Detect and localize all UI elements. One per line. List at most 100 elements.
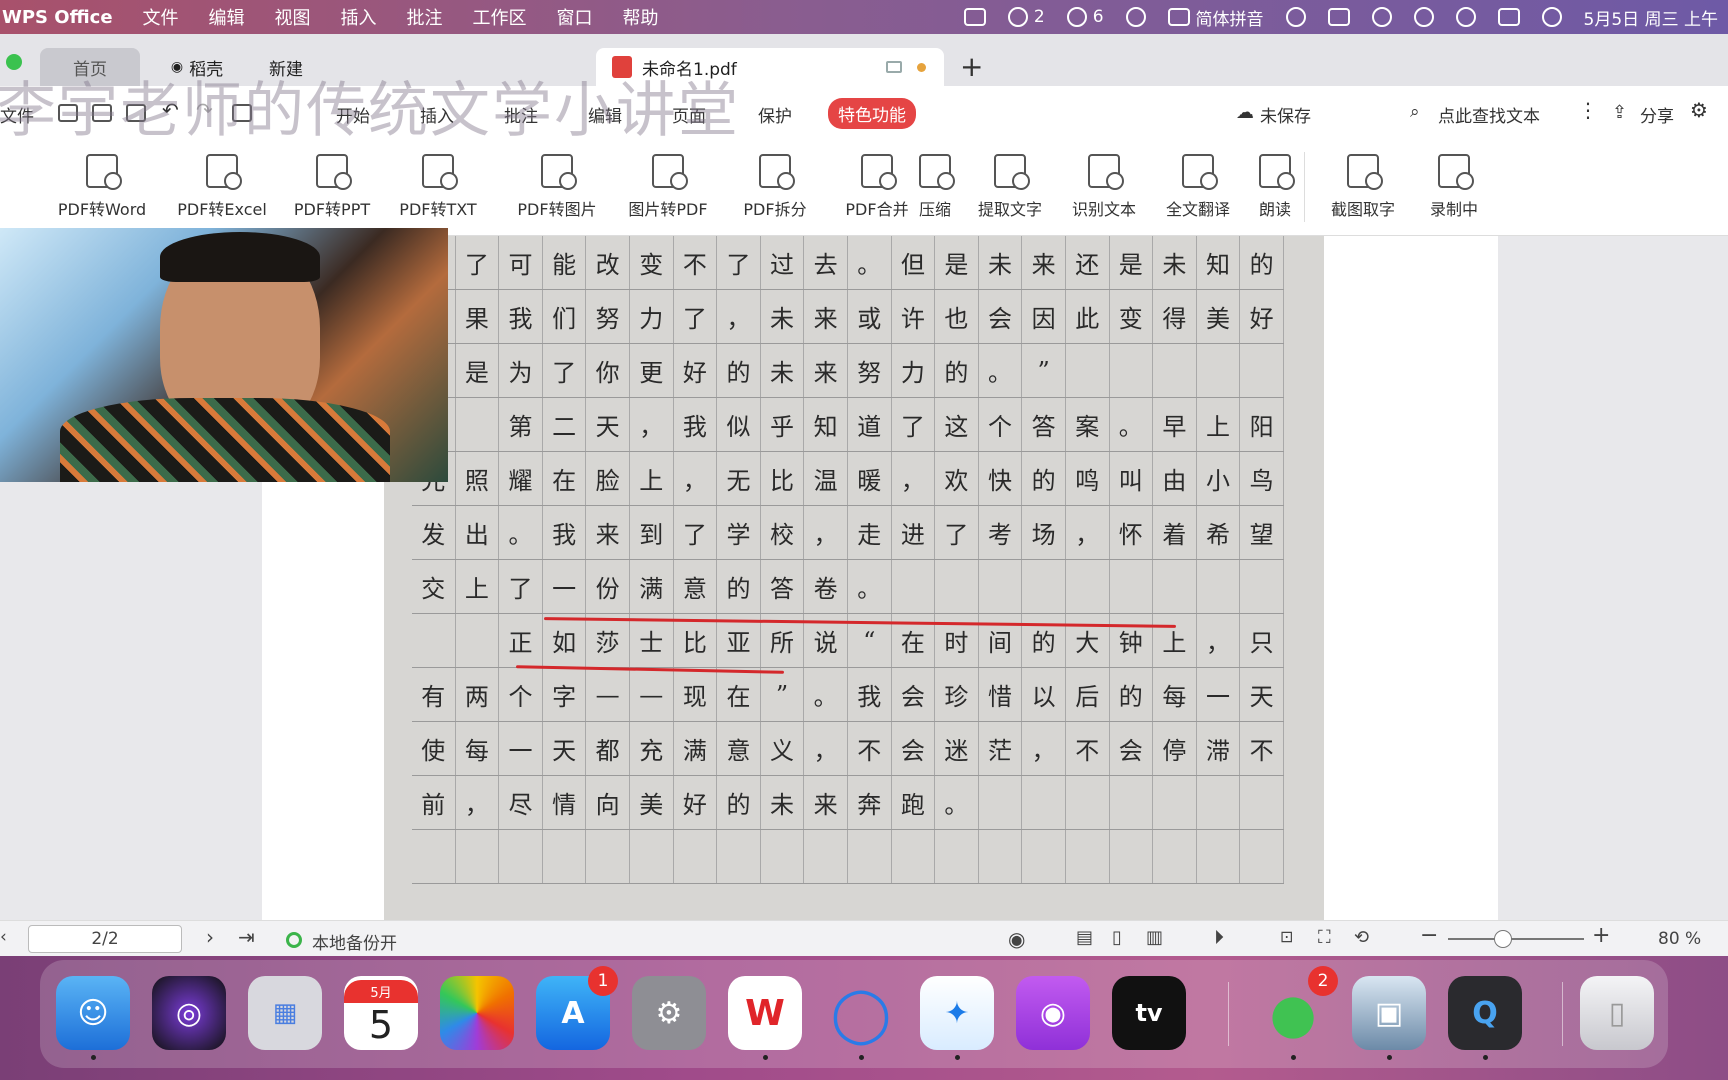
search-text-icon[interactable]: ⌕ — [1410, 102, 1420, 122]
zoom-level[interactable]: 80 % — [1658, 929, 1701, 949]
pdf-to-txt-button[interactable]: PDF转TXT — [378, 154, 498, 220]
quicktime-icon[interactable]: Q — [1448, 976, 1522, 1060]
preview-icon[interactable]: ▣ — [1352, 976, 1426, 1060]
essay-cell: 如 — [543, 614, 587, 667]
share-button[interactable]: 分享 — [1640, 102, 1674, 127]
menu-help[interactable]: 帮助 — [623, 4, 659, 30]
app-store-icon[interactable]: A1 — [536, 966, 618, 1050]
pdf-to-ppt-button[interactable]: PDF转PPT — [272, 154, 392, 220]
macos-menu-bar: WPS Office 文件 编辑 视图 插入 批注 工作区 窗口 帮助 2 6 … — [0, 0, 1728, 34]
launchpad-icon[interactable]: ▦ — [248, 976, 322, 1050]
pdf-split-button[interactable]: PDF拆分 — [716, 154, 834, 220]
essay-cell: 上 — [1197, 398, 1241, 451]
extract-text-button[interactable]: 提取文字 — [970, 154, 1050, 220]
menu-workspace[interactable]: 工作区 — [473, 4, 527, 30]
app-menu[interactable]: WPS Office — [2, 7, 113, 28]
finder-icon[interactable]: ☺ — [56, 976, 130, 1060]
unsaved-status[interactable]: 未保存 — [1260, 102, 1311, 127]
wps-office-icon[interactable]: W — [728, 976, 802, 1060]
essay-cell: 快 — [979, 452, 1023, 505]
image-to-pdf-button[interactable]: 图片转PDF — [604, 154, 732, 220]
essay-cell: 由 — [1153, 452, 1197, 505]
wifi-icon[interactable] — [1371, 7, 1392, 27]
pdf-to-image-button[interactable]: PDF转图片 — [492, 154, 622, 220]
zoom-slider-track[interactable] — [1448, 938, 1584, 940]
menu-annotate[interactable]: 批注 — [407, 4, 443, 30]
cloud-icon[interactable]: ☁ — [1236, 102, 1254, 123]
menubar-clock[interactable]: 5月5日 周三 上午 — [1584, 5, 1718, 30]
wps-status-icon[interactable] — [963, 8, 986, 26]
two-page-icon[interactable]: ▥ — [1146, 927, 1163, 948]
podcasts-icon[interactable]: ◉ — [1016, 976, 1090, 1050]
new-tab-button[interactable]: + — [960, 50, 983, 83]
translate-button[interactable]: 全文翻译 — [1158, 154, 1238, 220]
find-text-button[interactable]: 点此查找文本 — [1438, 102, 1540, 127]
user-icon[interactable] — [1413, 7, 1434, 27]
essay-cell — [892, 560, 936, 613]
share-icon[interactable]: ⇪ — [1612, 102, 1627, 123]
shield-icon[interactable] — [1125, 7, 1146, 27]
accessibility-icon[interactable] — [1285, 7, 1306, 27]
tab-protect[interactable]: 保护 — [758, 102, 792, 127]
page-number-input[interactable]: 2/2 — [28, 925, 182, 953]
screenshot-text-button[interactable]: 截图取字 — [1318, 154, 1408, 220]
next-page-icon[interactable]: › — [206, 925, 214, 949]
fit-page-icon[interactable]: ⛶ — [1318, 927, 1331, 948]
search-icon[interactable] — [1455, 7, 1476, 27]
essay-cell: 到 — [630, 506, 674, 559]
safari-icon[interactable]: ✦ — [920, 976, 994, 1060]
essay-cell: 许 — [892, 290, 936, 343]
essay-cell: 。 — [848, 560, 892, 613]
wechat-status[interactable]: 2 — [1007, 7, 1045, 27]
compress-button[interactable]: 压缩 — [910, 154, 960, 220]
pdf-to-excel-button[interactable]: PDF转Excel — [156, 154, 288, 220]
pdf-to-word-button[interactable]: PDF转Word — [38, 154, 166, 220]
qq-chat-icon[interactable]: ◯ — [824, 976, 898, 1060]
trash-icon[interactable]: ▯ — [1580, 976, 1654, 1050]
zoom-out-button[interactable]: − — [1420, 923, 1438, 948]
more-icon[interactable]: ⋮ — [1578, 98, 1598, 122]
single-page-icon[interactable]: ▯ — [1112, 927, 1122, 948]
last-page-icon[interactable]: ⇥ — [238, 925, 255, 949]
zoom-in-button[interactable]: + — [1592, 923, 1610, 948]
menu-file[interactable]: 文件 — [143, 4, 179, 30]
menu-edit[interactable]: 编辑 — [209, 4, 245, 30]
chat-status[interactable]: 6 — [1066, 7, 1104, 27]
wechat-app-icon[interactable]: ● 2 — [1256, 966, 1338, 1060]
prev-page-icon[interactable]: ‹ — [0, 927, 7, 947]
menu-window[interactable]: 窗口 — [557, 4, 593, 30]
play-icon[interactable]: ⏵ — [1214, 925, 1224, 949]
siri-app-icon[interactable]: ◎ — [152, 976, 226, 1050]
photos-icon[interactable] — [440, 976, 514, 1050]
essay-cell: 无 — [717, 452, 761, 505]
system-preferences-icon[interactable]: ⚙ — [632, 976, 706, 1050]
rotate-icon[interactable]: ⟲ — [1354, 927, 1369, 948]
menu-view[interactable]: 视图 — [275, 4, 311, 30]
input-method[interactable]: 简体拼音 — [1167, 5, 1264, 30]
recording-button[interactable]: 录制中 — [1422, 154, 1486, 220]
zoom-slider-knob[interactable] — [1494, 930, 1512, 948]
calendar-icon[interactable]: 5月 5 — [344, 976, 418, 1050]
settings-gear-icon[interactable]: ⚙ — [1690, 98, 1708, 122]
monitor-icon[interactable] — [886, 61, 902, 73]
read-aloud-button[interactable]: 朗读 — [1250, 154, 1300, 220]
webcam-overlay[interactable] — [0, 228, 448, 482]
tab-featured[interactable]: 特色功能 — [828, 98, 916, 129]
backup-status[interactable]: 本地备份开 — [312, 929, 397, 954]
siri-icon[interactable] — [1541, 7, 1562, 27]
actual-size-icon[interactable]: ⊡ — [1280, 927, 1293, 946]
fit-width-icon[interactable]: ▤ — [1076, 927, 1093, 948]
eye-icon[interactable]: ◉ — [1008, 927, 1025, 951]
recognize-text-button[interactable]: 识别文本 — [1064, 154, 1144, 220]
essay-cell — [979, 830, 1023, 883]
essay-cell: 会 — [979, 290, 1023, 343]
battery-icon[interactable] — [1327, 8, 1350, 26]
essay-cell — [1240, 560, 1284, 613]
control-center-icon[interactable] — [1497, 8, 1520, 26]
essay-row: 有两个字 — — 现在”。我会珍惜以后的每一天 — [412, 668, 1284, 722]
essay-cell: 我 — [848, 668, 892, 721]
menu-insert[interactable]: 插入 — [341, 4, 377, 30]
essay-cell: 着 — [1153, 506, 1197, 559]
split-icon — [759, 154, 795, 190]
apple-tv-icon[interactable]: tv — [1112, 976, 1186, 1050]
